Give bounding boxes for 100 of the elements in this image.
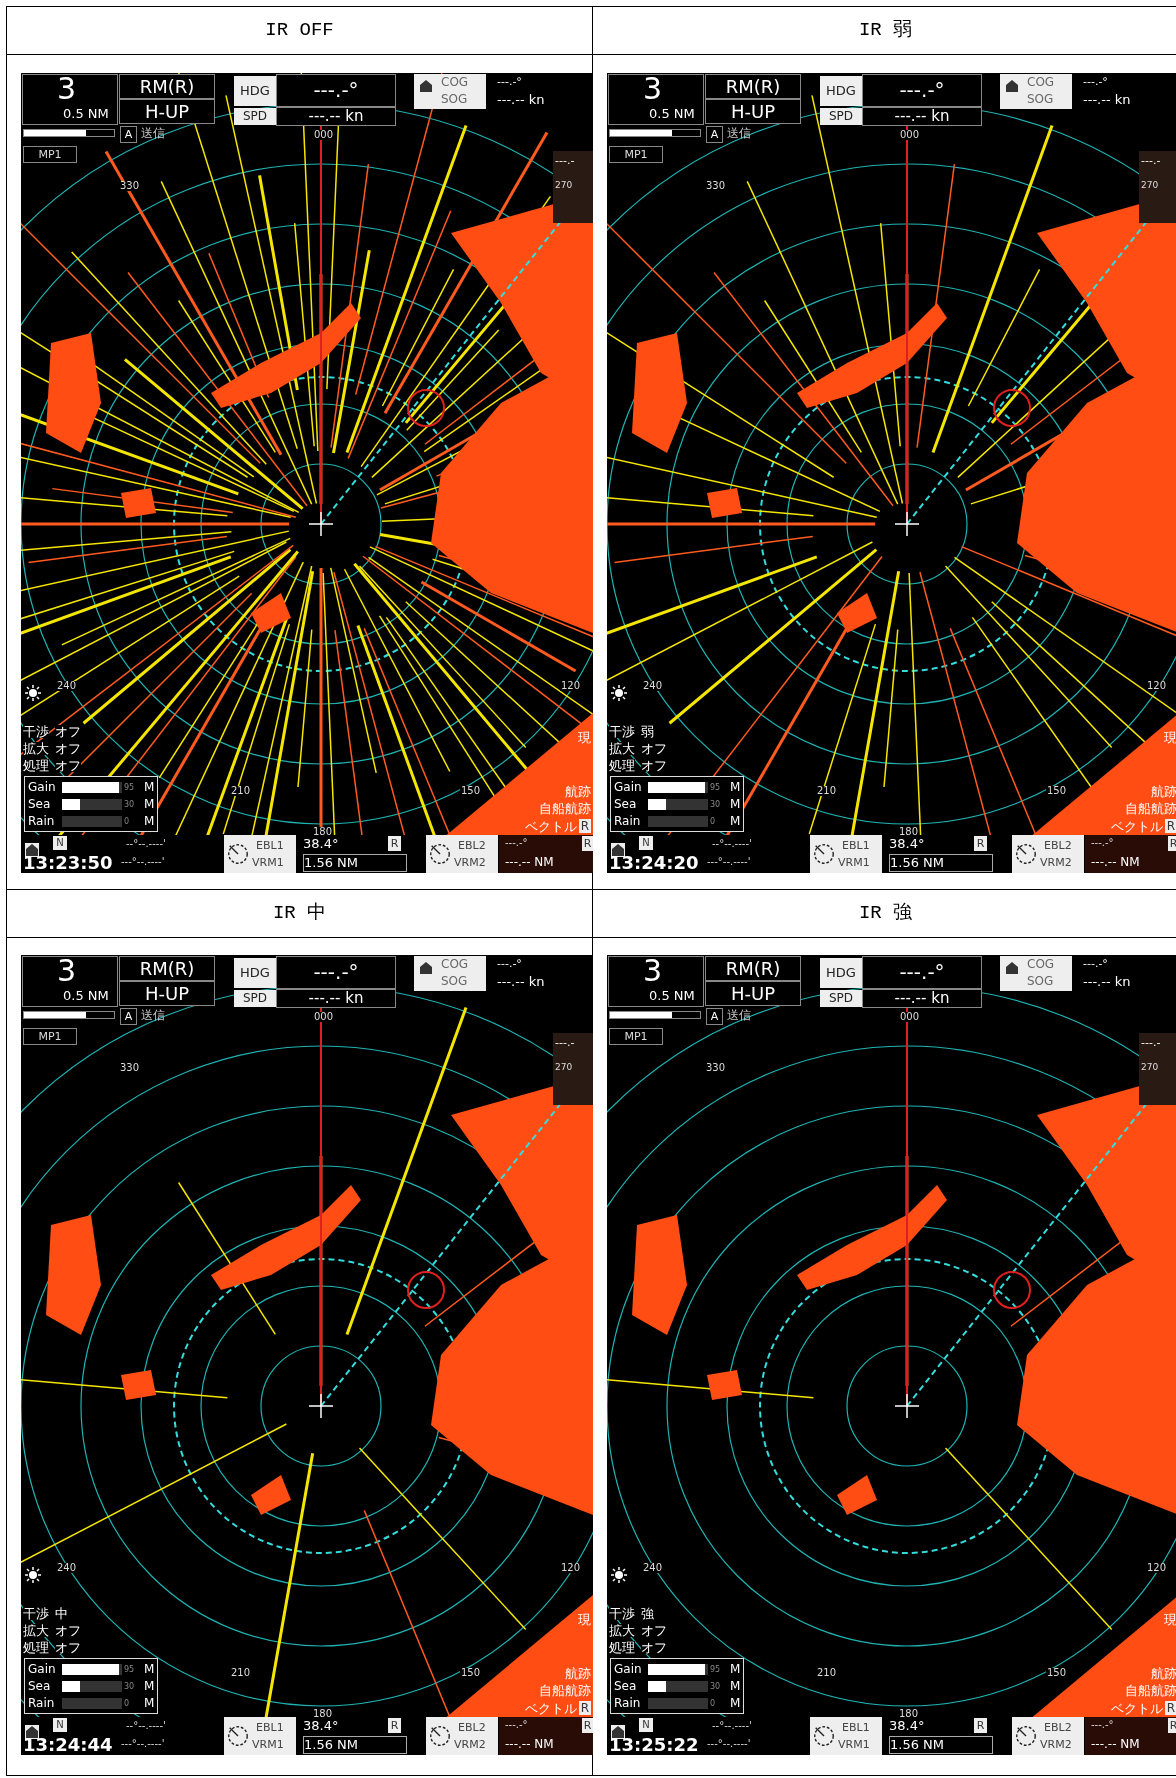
ebl-value: 38.4° <box>303 1719 339 1732</box>
vector-label: ベクトル <box>1110 1701 1163 1715</box>
ebl-label: EBL1 <box>256 838 284 854</box>
longitude-value: ---°--.----' <box>707 1739 751 1749</box>
dashed-circle-icon <box>428 1724 452 1748</box>
motion-mode: RM(R) <box>119 956 215 981</box>
adjustment-label: Rain <box>614 815 642 827</box>
ebl-mode: R <box>388 836 401 851</box>
compass-bearing: 270 <box>555 1063 573 1072</box>
hdg-label: HDG <box>234 76 276 106</box>
spd-label: SPD <box>820 108 862 125</box>
setting-value: 中 <box>55 1607 68 1620</box>
adjustment-label: Gain <box>28 781 57 793</box>
table-header-cell: IR 中 <box>7 890 593 938</box>
ebl-label: EBL2 <box>458 838 486 854</box>
setting-label: 干渉 <box>23 725 49 738</box>
transmit-status: 送信 <box>727 127 751 139</box>
bearing-label: 210 <box>816 1668 838 1678</box>
adjustment-mode: M <box>730 1663 741 1675</box>
vector-label: ベクトル <box>1110 819 1163 833</box>
ebl-vrm-panel[interactable]: EBL1 VRM1 <box>810 1717 882 1755</box>
ebl-label: EBL1 <box>256 1720 284 1736</box>
bearing-label: 210 <box>230 1668 252 1678</box>
compass-value: ---.- <box>555 155 575 166</box>
bearing-label: 330 <box>705 181 727 191</box>
setting-label: 拡大 <box>609 742 635 755</box>
setting-value: オフ <box>641 759 667 772</box>
longitude-value: ---°--.----' <box>121 1739 165 1749</box>
adjustment-label: Gain <box>614 1663 643 1675</box>
orientation-mode: H-UP <box>705 99 801 124</box>
adjustment-reading: 0 <box>124 1697 131 1709</box>
trail-label: 航跡 <box>1151 785 1176 798</box>
cog-value: ---.-° <box>1083 76 1108 87</box>
transmit-status: 送信 <box>727 1009 751 1021</box>
trail-label: 自船航跡 <box>539 1684 591 1697</box>
own-ship-icon <box>611 843 625 857</box>
compass-value: ---.- <box>555 1037 575 1048</box>
ebl-vrm-panel[interactable]: EBL2 VRM2 <box>426 835 498 873</box>
adjustment-mode: M <box>144 798 155 810</box>
trail-label: 現 <box>578 1613 591 1626</box>
ebl-vrm-panel[interactable]: EBL2 VRM2 <box>426 1717 498 1755</box>
vrm-label: VRM2 <box>454 1737 486 1753</box>
cog-sog-panel <box>1000 74 1072 109</box>
trail-label: 現 <box>578 731 591 744</box>
ebl-mode: R <box>582 836 593 851</box>
setting-label: 処理 <box>23 759 49 772</box>
clock-time: 13:24:44 <box>23 1736 113 1754</box>
ebl-label: EBL1 <box>842 838 870 854</box>
cog-value: ---.-° <box>497 958 522 969</box>
compass-panel <box>553 1033 593 1105</box>
motion-mode: RM(R) <box>705 956 801 981</box>
north-label: N <box>53 836 67 850</box>
ebl-mode: R <box>582 1718 593 1733</box>
sog-value: ---.-- kn <box>1083 975 1131 988</box>
vrm-value: ---.-- NM <box>1091 856 1140 868</box>
latitude-value: --°--.----' <box>712 1721 752 1731</box>
vector-label: ベクトル <box>524 1701 577 1715</box>
setting-value: オフ <box>641 742 667 755</box>
mark-label: MP1 <box>23 1028 77 1045</box>
bearing-label: 150 <box>460 1668 482 1678</box>
cog-label: COG <box>441 958 469 970</box>
ebl-mode: R <box>388 1718 401 1733</box>
bearing-label: 330 <box>705 1063 727 1073</box>
ebl-vrm-panel[interactable]: EBL2 VRM2 <box>1012 835 1084 873</box>
table-header-cell: IR OFF <box>7 7 593 55</box>
ebl-vrm-panel[interactable]: EBL2 VRM2 <box>1012 1717 1084 1755</box>
vrm-value: ---.-- NM <box>1091 1738 1140 1750</box>
adjustment-label: Sea <box>614 798 638 810</box>
ebl-vrm-panel[interactable]: EBL1 VRM1 <box>810 835 882 873</box>
adjustment-label: Rain <box>614 1697 642 1709</box>
ebl-vrm-panel[interactable]: EBL1 VRM1 <box>224 1717 296 1755</box>
adjustment-mode: M <box>730 781 741 793</box>
vrm-value: 1.56 NM <box>889 854 993 872</box>
sog-label: SOG <box>1027 93 1054 105</box>
ebl-value: ---.-° <box>505 838 528 848</box>
ebl-label: EBL1 <box>842 1720 870 1736</box>
vrm-label: VRM2 <box>454 855 486 871</box>
spd-value: ---.-- kn <box>276 107 396 126</box>
adjustment-reading: 0 <box>710 815 717 827</box>
hdg-label: HDG <box>820 76 862 106</box>
setting-value: オフ <box>641 1641 667 1654</box>
hdg-value: ---.-° <box>862 74 982 107</box>
ebl-mode: R <box>974 836 987 851</box>
dashed-circle-icon <box>812 1724 836 1748</box>
adjustment-mode: M <box>144 1663 155 1675</box>
vrm-value: ---.-- NM <box>505 1738 554 1750</box>
hdg-label: HDG <box>234 958 276 988</box>
cog-label: COG <box>1027 958 1055 970</box>
table-header-cell: IR 弱 <box>593 7 1176 55</box>
own-ship-icon <box>1005 961 1019 975</box>
mark-label: MP1 <box>23 146 77 163</box>
adjustment-reading: 95 <box>124 1663 136 1675</box>
vrm-value: 1.56 NM <box>303 1736 407 1754</box>
setting-label: 干渉 <box>609 725 635 738</box>
trail-label: 自船航跡 <box>1125 1684 1176 1697</box>
tune-mode: A <box>706 1008 723 1025</box>
dashed-circle-icon <box>428 842 452 866</box>
adjustment-mode: M <box>144 1680 155 1692</box>
ebl-vrm-panel[interactable]: EBL1 VRM1 <box>224 835 296 873</box>
compass-value: ---.- <box>1141 155 1161 166</box>
